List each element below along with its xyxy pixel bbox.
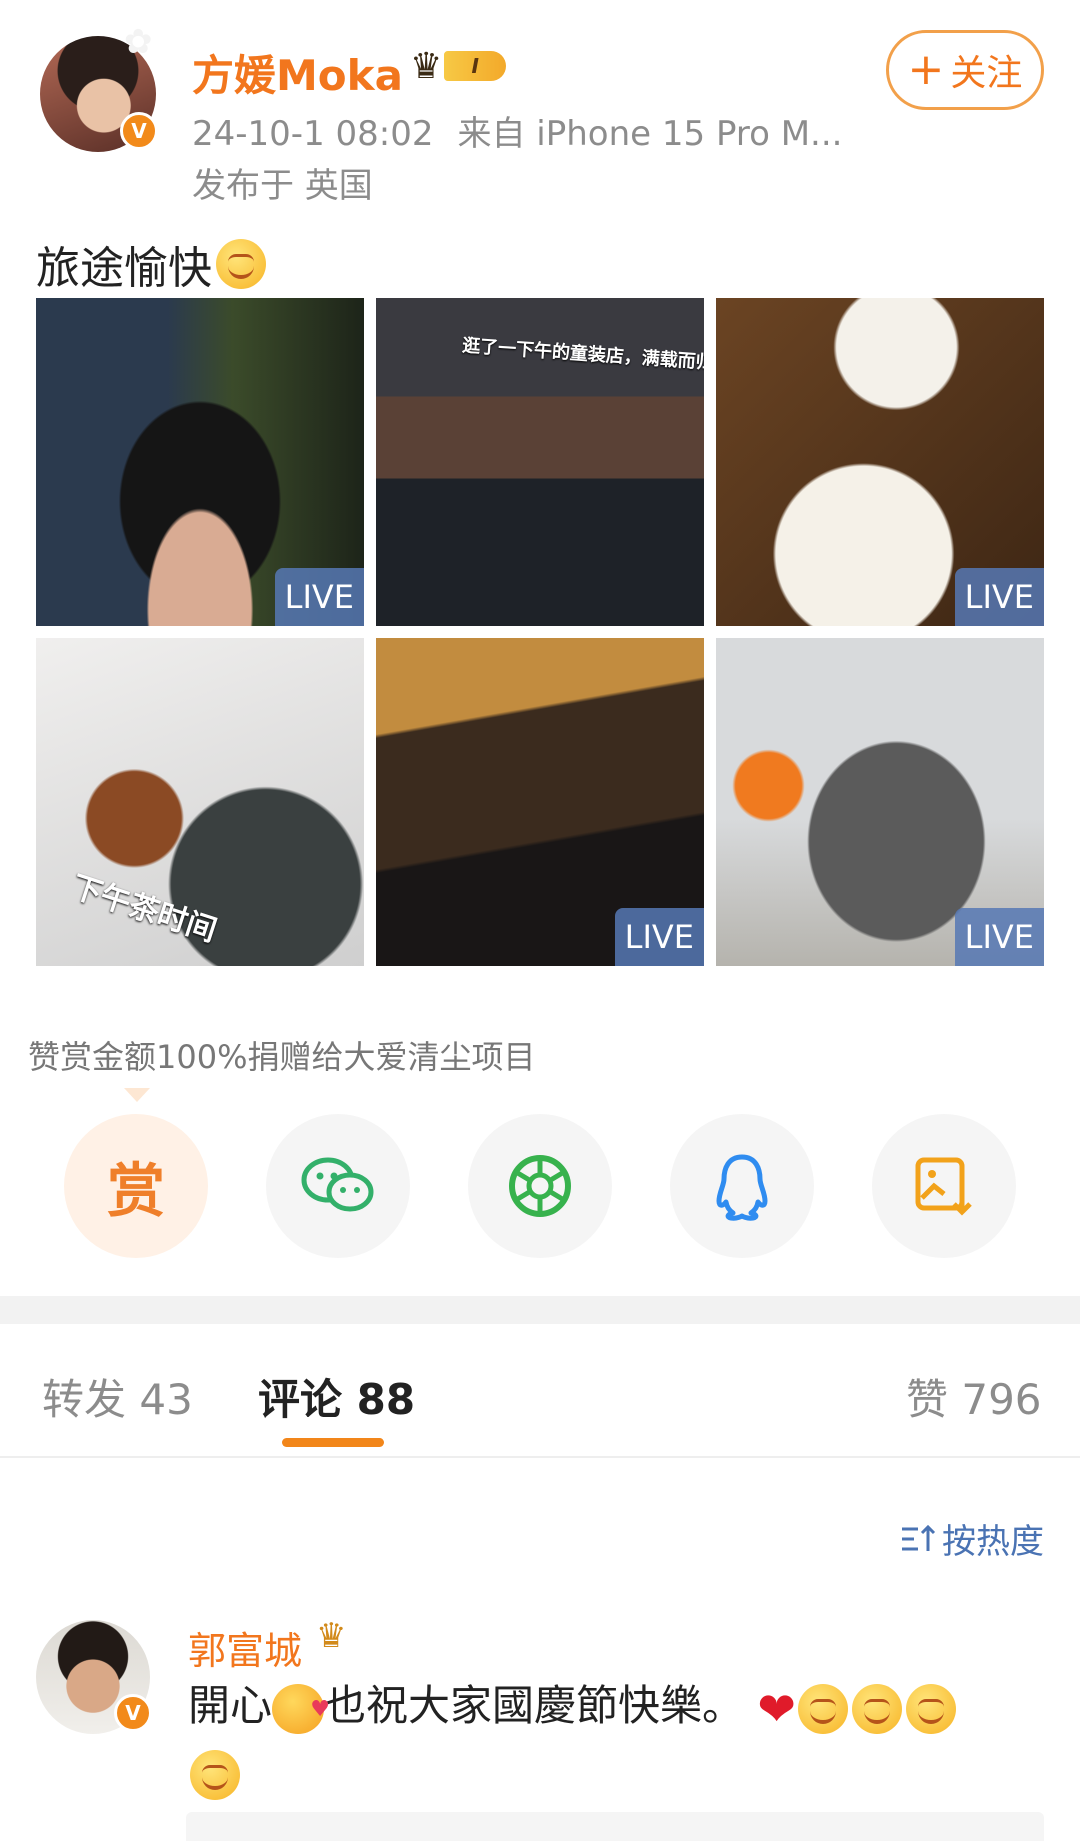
photo-2[interactable]: 逛了一下午的童装店，满载而归: [376, 298, 704, 626]
smile-emoji-icon: [190, 1750, 240, 1800]
wechat-icon: [301, 1157, 374, 1212]
active-tab-indicator: [282, 1438, 384, 1447]
sort-icon: [902, 1524, 936, 1551]
author-name[interactable]: 方媛Moka: [192, 42, 403, 103]
crown-icon: ♛: [410, 45, 443, 87]
qq-icon: [716, 1154, 768, 1221]
photo-caption: 下午茶时间: [67, 869, 221, 950]
live-badge: LIVE: [274, 568, 364, 626]
crown-icon: ♛: [316, 1616, 347, 1656]
follow-label: 关注: [950, 53, 1023, 94]
sort-button[interactable]: 按热度: [900, 1514, 1044, 1563]
verified-icon: V: [114, 1694, 152, 1732]
flower-decoration-icon: ✿: [124, 22, 153, 62]
share-wechat-button[interactable]: [266, 1114, 410, 1258]
live-badge: LIVE: [954, 568, 1044, 626]
section-divider: [0, 1296, 1080, 1324]
photo-1[interactable]: LIVE: [36, 298, 364, 626]
vip-level: I: [444, 51, 507, 81]
photo-caption: 逛了一下午的童装店，满载而归: [461, 335, 704, 374]
verified-icon: V: [120, 112, 158, 150]
post-meta: 24-10-1 08:02 来自 iPhone 15 Pro M...: [192, 106, 842, 155]
post-text-content: 旅途愉快: [36, 243, 212, 294]
smile-emoji-icon: [905, 1683, 956, 1734]
tab-likes[interactable]: 赞 796: [906, 1366, 1042, 1427]
heart-emoji-icon: ❤: [757, 1681, 796, 1736]
post-source: 来自 iPhone 15 Pro M...: [457, 114, 843, 154]
follow-button[interactable]: + 关注: [886, 30, 1044, 110]
smile-emoji-icon: [797, 1683, 848, 1734]
photo-6[interactable]: LIVE: [716, 638, 1044, 966]
hug-emoji-icon: [272, 1678, 330, 1742]
vip-badge[interactable]: ♛ I: [410, 44, 522, 88]
photo-3[interactable]: LIVE: [716, 298, 1044, 626]
tab-comments[interactable]: 评论 88: [258, 1366, 415, 1427]
post-time: 24-10-1 08:02: [192, 114, 434, 154]
comment-text-part2: 也祝大家國慶節快樂。: [324, 1681, 745, 1730]
post-location: 发布于 英国: [192, 166, 373, 206]
tab-repost[interactable]: 转发 43: [42, 1366, 193, 1427]
live-badge: LIVE: [614, 908, 704, 966]
smile-emoji-icon: [216, 239, 266, 289]
author-avatar[interactable]: ✿ V: [40, 22, 158, 152]
smile-emoji-icon: [851, 1683, 902, 1734]
reward-note: 赞赏金额100%捐赠给大爱清尘项目: [28, 1038, 536, 1076]
tab-divider: [0, 1456, 1080, 1458]
reply-preview-box[interactable]: [186, 1812, 1044, 1841]
sort-label: 按热度: [942, 1522, 1044, 1562]
reward-pointer: [124, 1088, 150, 1102]
reward-icon: 赏: [106, 1157, 165, 1225]
post-text: 旅途愉快: [36, 232, 266, 296]
share-moments-button[interactable]: [468, 1114, 612, 1258]
comment-author[interactable]: 郭富城: [188, 1620, 302, 1675]
live-badge: LIVE: [954, 908, 1044, 966]
comment-text-part1: 開心: [188, 1681, 273, 1730]
save-image-button[interactable]: [872, 1114, 1016, 1258]
share-qq-button[interactable]: [670, 1114, 814, 1258]
photo-5[interactable]: LIVE: [376, 638, 704, 966]
moments-icon: [509, 1155, 571, 1217]
plus-icon: +: [907, 44, 945, 95]
comment-text: 開心 也祝大家國慶節快樂。 ❤: [188, 1674, 1048, 1805]
reward-button[interactable]: 赏: [64, 1114, 208, 1258]
save-image-icon: [915, 1157, 972, 1216]
photo-4[interactable]: 下午茶时间: [36, 638, 364, 966]
comment-avatar[interactable]: V: [36, 1620, 152, 1734]
